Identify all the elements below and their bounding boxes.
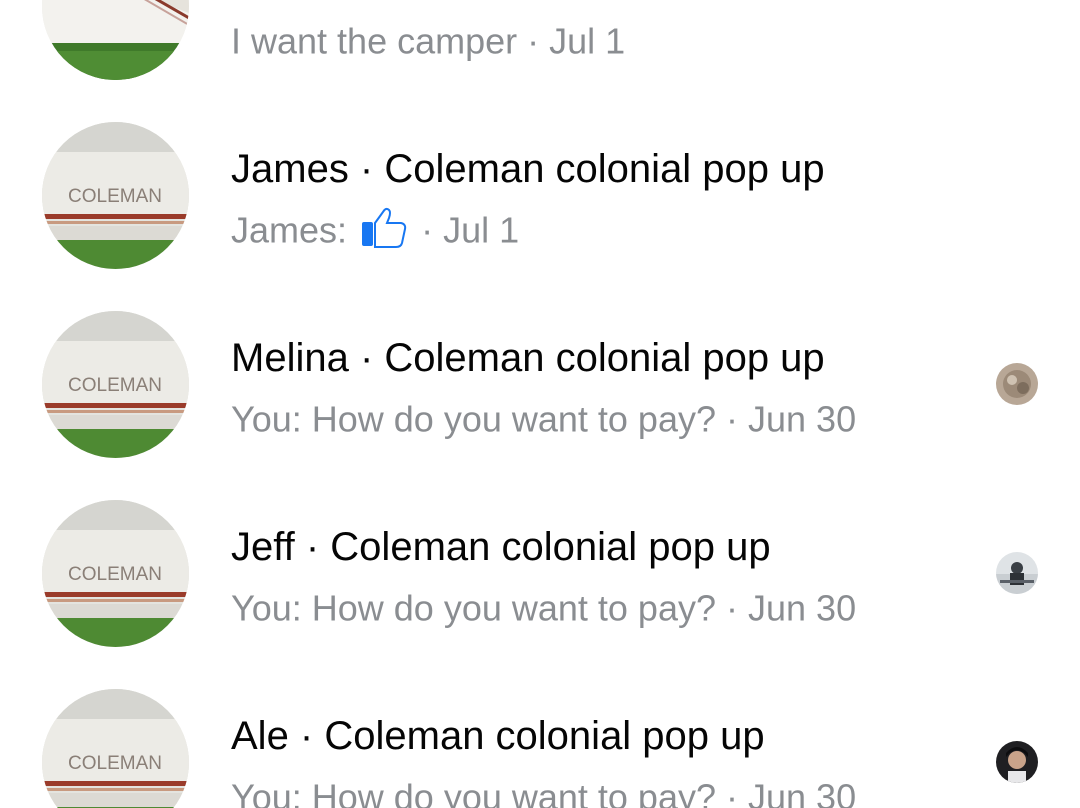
listing-thumbnail: COLEMAN	[42, 689, 189, 808]
thumbnail-label: COLEMAN	[68, 564, 162, 585]
seen-avatar	[996, 552, 1038, 594]
listing-thumbnail: COLEMAN	[42, 122, 189, 269]
conversation-title: Melina · Coleman colonial pop up	[231, 336, 825, 380]
conversation-list: I want the camper · Jul 1 COLEMAN James …	[0, 0, 1080, 808]
conversation-row[interactable]: COLEMAN James · Coleman colonial pop up …	[0, 79, 1080, 269]
conversation-title: James · Coleman colonial pop up	[231, 147, 825, 191]
conversation-preview: James: · Jul 1	[231, 206, 519, 252]
thumbnail-label: COLEMAN	[68, 186, 162, 207]
conversation-row[interactable]: I want the camper · Jul 1	[0, 0, 1080, 80]
conversation-row[interactable]: COLEMAN Melina · Coleman colonial pop up…	[0, 268, 1080, 458]
conversation-row[interactable]: COLEMAN Ale · Coleman colonial pop up Yo…	[0, 646, 1080, 808]
listing-thumbnail: COLEMAN	[42, 500, 189, 647]
conversation-preview: You: How do you want to pay? · Jun 30	[231, 587, 857, 629]
thumbs-up-icon	[362, 208, 407, 249]
conversation-title: Ale · Coleman colonial pop up	[231, 714, 765, 758]
conversation-preview: You: How do you want to pay? · Jun 30	[231, 776, 857, 808]
seen-avatar	[996, 741, 1038, 783]
listing-thumbnail: COLEMAN	[42, 311, 189, 458]
thumbnail-label: COLEMAN	[68, 375, 162, 396]
conversation-preview: You: How do you want to pay? · Jun 30	[231, 398, 857, 440]
thumbnail-label: COLEMAN	[68, 753, 162, 774]
listing-thumbnail	[42, 0, 189, 80]
conversation-row[interactable]: COLEMAN Jeff · Coleman colonial pop up Y…	[0, 457, 1080, 647]
conversation-preview: I want the camper · Jul 1	[231, 20, 626, 62]
seen-avatar	[996, 363, 1038, 405]
conversation-title: Jeff · Coleman colonial pop up	[231, 525, 771, 569]
